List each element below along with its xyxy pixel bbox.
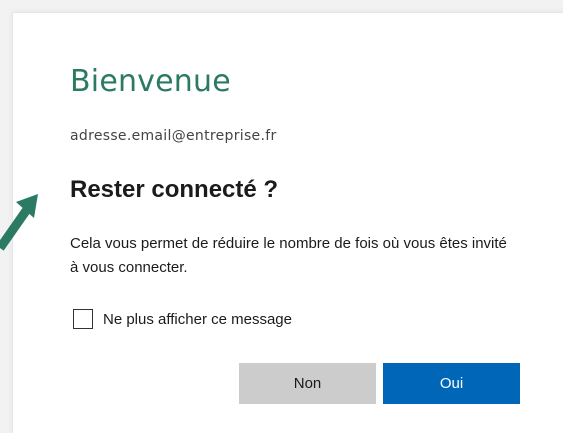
page: Bienvenue adresse.email@entreprise.fr Re… <box>0 0 563 433</box>
dont-show-again-option[interactable]: Ne plus afficher ce message <box>73 309 292 329</box>
no-button[interactable]: Non <box>239 363 376 404</box>
dont-show-again-checkbox[interactable] <box>73 309 93 329</box>
dialog-description: Cela vous permet de réduire le nombre de… <box>70 235 507 276</box>
arrow-up-right-icon <box>0 194 38 251</box>
account-email: adresse.email@entreprise.fr <box>70 128 277 144</box>
dialog-heading: Rester connecté ? <box>70 176 279 203</box>
yes-button[interactable]: Oui <box>383 363 520 404</box>
welcome-title: Bienvenue <box>70 64 231 99</box>
dont-show-again-label: Ne plus afficher ce message <box>103 310 292 328</box>
